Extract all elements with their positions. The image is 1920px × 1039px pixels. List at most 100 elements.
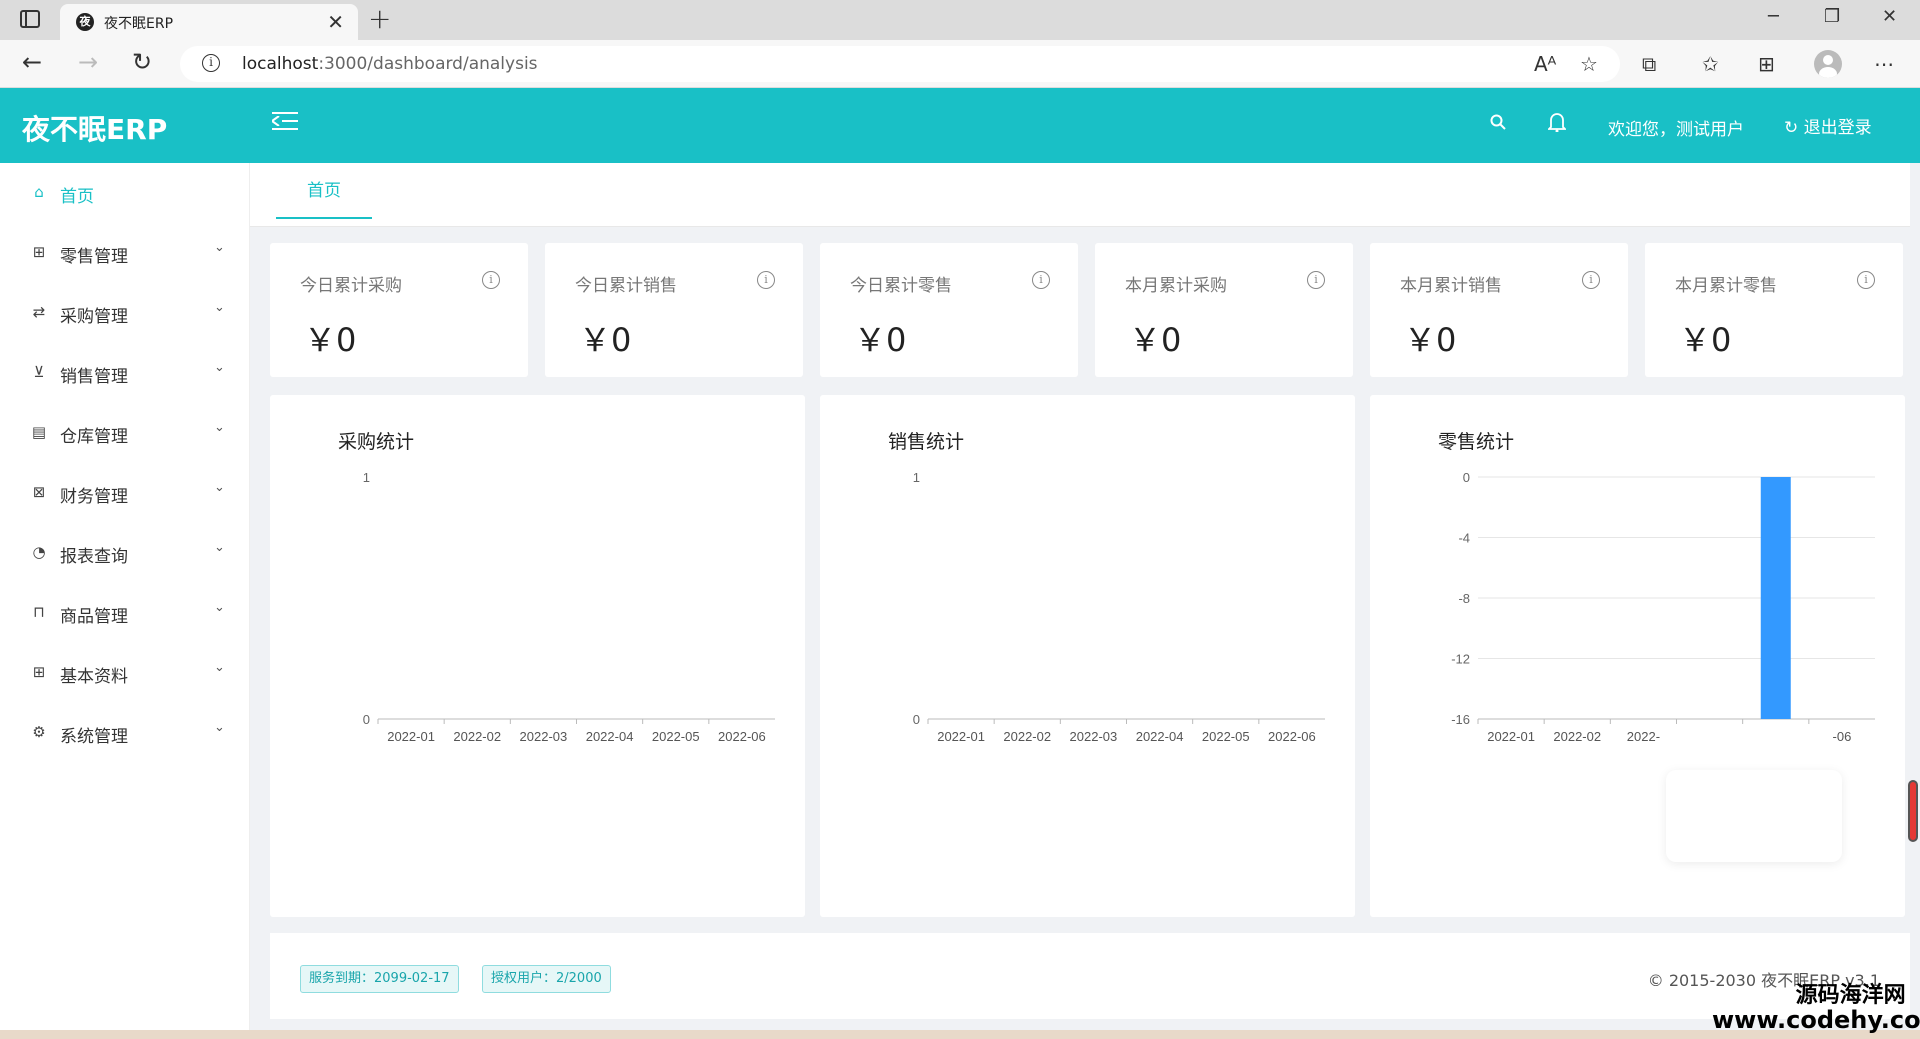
y-tick-label: -12 <box>1451 652 1470 667</box>
sales-chart-card: 销售统计 0 1 2022-01 2022-02 2022-03 2022-04 2022-… <box>820 395 1355 917</box>
chevron-down-icon: ⌄ <box>214 300 225 315</box>
new-tab-button[interactable]: + <box>368 2 391 35</box>
bell-icon[interactable] <box>1548 112 1566 132</box>
chevron-down-icon: ⌄ <box>214 540 225 555</box>
taskbar-strip <box>0 1030 1920 1039</box>
stat-title: 今日累计采购 <box>300 276 402 296</box>
restore-icon[interactable]: ❐ <box>1824 6 1840 27</box>
sidebar-item-retail[interactable]: ⊞ 零售管理 ⌄ <box>0 228 248 278</box>
bar <box>1760 477 1791 719</box>
logout-button[interactable]: ↻ 退出登录 <box>1784 113 1872 138</box>
sidebar-item-reports[interactable]: ◔ 报表查询 ⌄ <box>0 528 248 578</box>
chevron-down-icon: ⌄ <box>214 660 225 675</box>
y-tick-label: 0 <box>1463 470 1470 485</box>
sidebar-item-products[interactable]: ⊓ 商品管理 ⌄ <box>0 588 248 638</box>
cart-icon: ⊻ <box>33 363 45 381</box>
more-menu-icon[interactable]: ⋯ <box>1874 52 1894 76</box>
watermark-line-2: www.codehy.com <box>1712 1006 1920 1034</box>
y-tick-label: 0 <box>363 712 370 727</box>
stat-card-today-purchase: 今日累计采购 i ￥0 <box>270 243 528 377</box>
licensed-users-badge: 授权用户：2/2000 <box>482 965 611 993</box>
stat-value: ￥0 <box>1404 321 1457 359</box>
x-tick-label: 2022-02 <box>1553 729 1601 744</box>
sidebar-item-label: 基本资料 <box>60 667 128 687</box>
x-tick-label: 2022-06 <box>718 729 766 744</box>
stat-card-month-purchase: 本月累计采购 i ￥0 <box>1095 243 1353 377</box>
browser-tab[interactable]: 夜 夜不眠ERP ✕ <box>60 4 358 40</box>
menu-fold-icon[interactable] <box>272 110 298 132</box>
x-tick-label: 2022-03 <box>1070 729 1118 744</box>
info-icon[interactable]: i <box>1032 271 1050 289</box>
stat-title: 今日累计零售 <box>850 276 952 296</box>
sidebar-item-basic-data[interactable]: ⊞ 基本资料 ⌄ <box>0 648 248 698</box>
address-bar[interactable]: i localhost:3000/dashboard/analysis <box>180 46 1620 82</box>
stat-value: ￥0 <box>304 321 357 359</box>
y-tick-label: 1 <box>363 470 370 485</box>
tab-home[interactable]: 首页 <box>276 163 372 219</box>
x-tick-label: 2022-05 <box>652 729 700 744</box>
y-tick-label: -4 <box>1458 531 1470 546</box>
y-tick-label: -16 <box>1451 712 1470 727</box>
sidebar-item-label: 商品管理 <box>60 607 128 627</box>
service-expiry-badge: 服务到期：2099-02-17 <box>300 965 459 993</box>
close-tab-icon[interactable]: ✕ <box>327 10 344 34</box>
sidebar-item-sales[interactable]: ⊻ 销售管理 ⌄ <box>0 348 248 398</box>
gift-icon: ⊞ <box>32 243 46 261</box>
x-tick-label: 2022-01 <box>387 729 435 744</box>
app-logo: 夜不眠ERP <box>22 113 168 146</box>
forward-icon[interactable]: → <box>78 48 98 76</box>
site-info-icon[interactable]: i <box>202 54 220 72</box>
profile-avatar[interactable] <box>1814 50 1842 78</box>
stat-value: ￥0 <box>1129 321 1182 359</box>
stat-value: ￥0 <box>854 321 907 359</box>
extensions-icon[interactable]: ⧉ <box>1642 52 1656 76</box>
sidebar-item-label: 报表查询 <box>60 547 128 567</box>
info-icon[interactable]: i <box>482 271 500 289</box>
x-tick-label: 2022-02 <box>1003 729 1051 744</box>
welcome-text: 欢迎您，测试用户 <box>1608 120 1744 140</box>
sidebar-item-label: 仓库管理 <box>60 427 128 447</box>
stat-title: 本月累计采购 <box>1125 276 1227 296</box>
search-icon[interactable] <box>1490 114 1506 130</box>
tab-title: 夜不眠ERP <box>104 16 174 32</box>
stat-card-today-sales: 今日累计销售 i ￥0 <box>545 243 803 377</box>
scrollbar-thumb[interactable] <box>1908 780 1918 842</box>
chevron-down-icon: ⌄ <box>214 720 225 735</box>
read-aloud-icon[interactable]: Aᴬ <box>1534 52 1556 76</box>
sidebar-item-system[interactable]: ⚙ 系统管理 ⌄ <box>0 708 248 758</box>
x-tick-label: 2022- <box>1627 729 1660 744</box>
url-text[interactable]: localhost:3000/dashboard/analysis <box>242 54 538 74</box>
x-tick-label: 2022-01 <box>937 729 985 744</box>
reload-icon[interactable]: ↻ <box>132 48 152 76</box>
sidebar-item-label: 采购管理 <box>60 307 128 327</box>
stat-value: ￥0 <box>1679 321 1732 359</box>
sidebar-item-purchase[interactable]: ⇄ 采购管理 ⌄ <box>0 288 248 338</box>
floating-widget[interactable] <box>1666 770 1842 862</box>
info-icon[interactable]: i <box>757 271 775 289</box>
collections-icon[interactable]: ⊞ <box>1758 52 1775 76</box>
info-icon[interactable]: i <box>1307 271 1325 289</box>
favicon-icon: 夜 <box>76 13 94 31</box>
sidebar-item-finance[interactable]: ⊠ 财务管理 ⌄ <box>0 468 248 518</box>
x-tick-label: 2022-06 <box>1268 729 1316 744</box>
stat-value: ￥0 <box>579 321 632 359</box>
info-icon[interactable]: i <box>1582 271 1600 289</box>
sidebar-item-home[interactable]: ⌂ 首页 <box>0 168 248 218</box>
stat-card-month-retail: 本月累计零售 i ￥0 <box>1645 243 1903 377</box>
logout-icon: ↻ <box>1784 118 1804 138</box>
sidebar-toggle-icon[interactable] <box>20 10 40 28</box>
back-icon[interactable]: ← <box>22 48 42 76</box>
info-icon[interactable]: i <box>1857 271 1875 289</box>
x-tick-label: 2022-03 <box>520 729 568 744</box>
window-close-icon[interactable]: ✕ <box>1882 6 1897 27</box>
chevron-down-icon: ⌄ <box>214 360 225 375</box>
footer-bar: 服务到期：2099-02-17 授权用户：2/2000 © 2015-2030 … <box>270 933 1910 1019</box>
minimize-icon[interactable]: ─ <box>1768 6 1779 27</box>
purchase-chart: 0 1 2022-01 2022-02 2022-03 2022-04 2022-05 202… <box>363 470 775 744</box>
favorites-icon[interactable]: ✩ <box>1702 52 1719 76</box>
sidebar-item-label: 系统管理 <box>60 727 128 747</box>
sales-chart: 0 1 2022-01 2022-02 2022-03 2022-04 2022-05 202… <box>913 470 1325 744</box>
sidebar-item-warehouse[interactable]: ▤ 仓库管理 ⌄ <box>0 408 248 458</box>
add-favorite-icon[interactable]: ☆ <box>1580 52 1598 76</box>
sidebar: ⌂ 首页 ⊞ 零售管理 ⌄ ⇄ 采购管理 ⌄ ⊻ 销售管理 ⌄ ▤ 仓库管理 ⌄… <box>0 163 250 1039</box>
